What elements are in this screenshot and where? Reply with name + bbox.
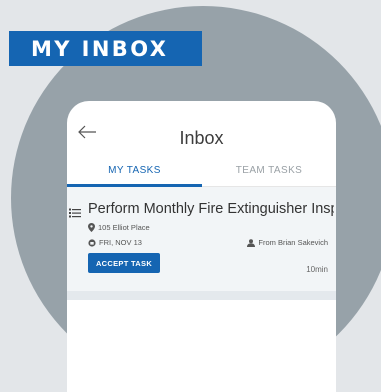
task-date-text: FRI, NOV 13 [99,238,142,247]
task-address-text: 105 Elliot Place [98,223,150,232]
task-address: 105 Elliot Place [88,223,150,232]
person-icon [247,238,256,247]
app-header: Inbox [67,101,336,149]
task-date: FRI, NOV 13 [88,238,142,247]
list-divider [67,291,336,300]
calendar-icon [88,238,96,247]
tab-my-tasks[interactable]: MY TASKS [67,165,202,176]
task-duration: 10min [306,265,328,274]
page-banner: MY INBOX [9,31,202,66]
task-assigner-text: From Brian Sakevich [258,238,328,247]
accept-task-button[interactable]: ACCEPT TASK [88,253,160,273]
task-assigner: From Brian Sakevich [247,238,328,247]
tab-bar: MY TASKS TEAM TASKS [67,161,336,187]
tab-team-tasks[interactable]: TEAM TASKS [202,165,336,176]
task-title: Perform Monthly Fire Extinguisher Inspec… [88,201,334,217]
map-pin-icon [88,223,95,232]
task-card[interactable]: Perform Monthly Fire Extinguisher Inspec… [67,187,336,291]
phone-screen: Inbox MY TASKS TEAM TASKS Perform Monthl… [67,101,336,392]
page-title: Inbox [179,128,224,148]
banner-title: MY INBOX [31,36,169,61]
list-icon [69,205,81,223]
